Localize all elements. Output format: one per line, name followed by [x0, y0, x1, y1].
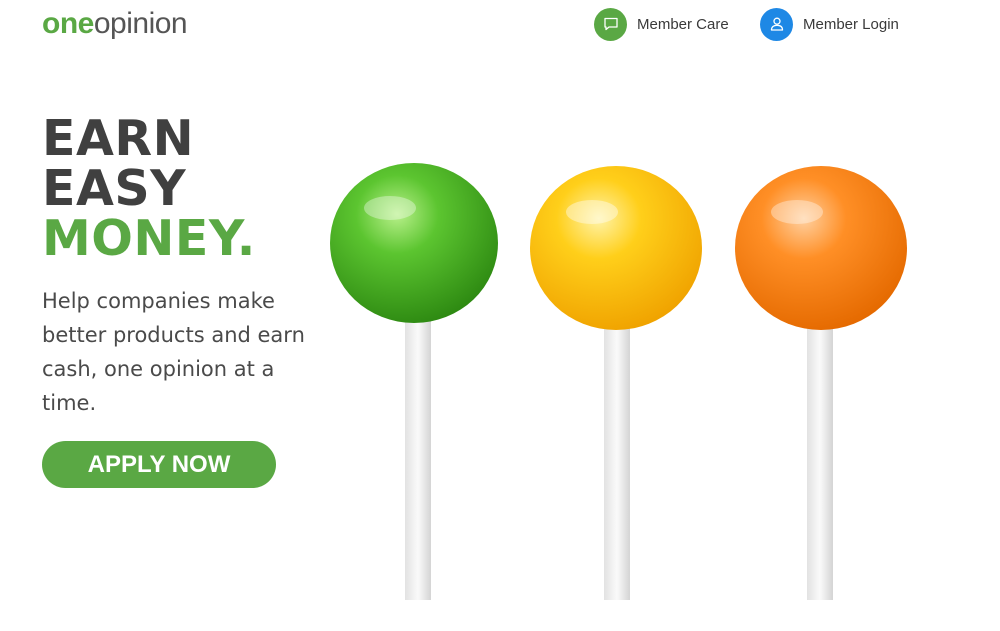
- member-care-link[interactable]: Member Care: [594, 7, 729, 41]
- chat-bubble-icon: [594, 7, 627, 41]
- logo-part-one: one: [42, 7, 94, 40]
- headline-line-earn: EARN: [42, 110, 195, 167]
- oneopinion-logo[interactable]: oneopinion: [42, 4, 188, 44]
- headline-line-money: MONEY.: [42, 210, 256, 267]
- member-login-label: Member Login: [803, 15, 899, 33]
- orange-lollipop: [735, 166, 907, 600]
- logo-part-opinion: opinion: [93, 7, 188, 40]
- lollipops-image: [330, 163, 907, 600]
- headline-line-easy: EASY: [42, 160, 187, 217]
- landing-page: oneopinion Member Care Member Login EARN…: [0, 0, 1000, 631]
- hero-headline: EARN EASY MONEY.: [42, 114, 256, 264]
- yellow-lollipop: [530, 166, 702, 600]
- member-care-label: Member Care: [637, 15, 729, 33]
- green-lollipop: [330, 163, 498, 600]
- user-icon: [760, 7, 793, 41]
- member-login-link[interactable]: Member Login: [760, 7, 899, 41]
- hero-subtext: Help companies make better products and …: [42, 289, 305, 415]
- apply-now-button[interactable]: APPLY NOW: [42, 441, 276, 488]
